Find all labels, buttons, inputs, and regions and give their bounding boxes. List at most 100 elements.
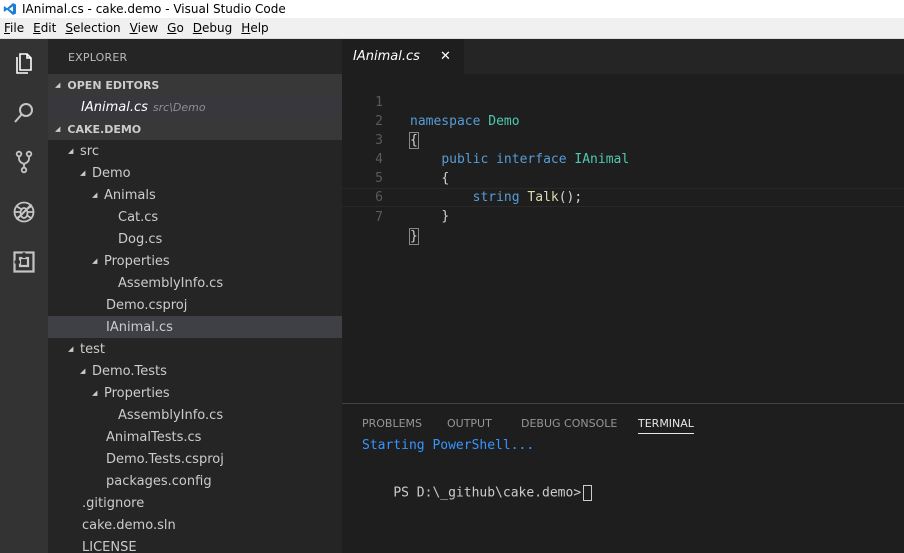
menu-selection[interactable]: Selection bbox=[61, 21, 125, 35]
search-icon bbox=[12, 101, 36, 129]
menu-view[interactable]: View bbox=[126, 21, 163, 35]
chevron-down-icon: ◢ bbox=[92, 191, 98, 199]
tab-output[interactable]: OUTPUT bbox=[447, 417, 492, 430]
tree-label: cake.demo.sln bbox=[82, 517, 176, 533]
open-editor-path: src\Demo bbox=[152, 100, 206, 114]
explorer-button[interactable] bbox=[0, 41, 48, 89]
tree-label: Demo.Tests.csproj bbox=[106, 451, 224, 467]
chevron-down-icon: ◢ bbox=[92, 257, 98, 265]
chevron-down-icon: ◢ bbox=[68, 147, 74, 155]
tree-folder-properties[interactable]: ◢ Properties bbox=[48, 250, 342, 272]
tree-file-demo-csproj[interactable]: Demo.csproj bbox=[48, 294, 342, 316]
tab-problems[interactable]: PROBLEMS bbox=[362, 417, 422, 430]
code-editor[interactable]: 1 namespace Demo 2 { 3 public interface … bbox=[342, 74, 904, 403]
search-button[interactable] bbox=[0, 91, 48, 139]
code-line: 3 public interface IAnimal bbox=[342, 112, 904, 167]
extensions-icon bbox=[12, 250, 36, 278]
code-token: } bbox=[441, 209, 450, 224]
project-header[interactable]: ◢ CAKE.DEMO bbox=[48, 118, 342, 140]
project-label: CAKE.DEMO bbox=[67, 122, 142, 136]
tree-file-assemblyinfo[interactable]: AssemblyInfo.cs bbox=[48, 404, 342, 426]
terminal-prompt: PS D:\_github\cake.demo> bbox=[393, 485, 582, 501]
vscode-logo-icon bbox=[2, 1, 18, 17]
tree-label: test bbox=[80, 341, 105, 357]
sidebar-title: EXPLORER bbox=[68, 51, 128, 64]
tree-label: Demo bbox=[92, 165, 131, 181]
explorer-sidebar: EXPLORER ◢ OPEN EDITORS IAnimal.cs src\D… bbox=[48, 39, 342, 553]
extensions-button[interactable] bbox=[0, 240, 48, 288]
tab-ianimal[interactable]: IAnimal.cs ✕ bbox=[342, 39, 464, 74]
tree-file-dog[interactable]: Dog.cs bbox=[48, 228, 342, 250]
tree-label: .gitignore bbox=[82, 495, 145, 511]
editor-tab-bar: IAnimal.cs ✕ bbox=[342, 39, 904, 74]
chevron-down-icon: ◢ bbox=[68, 345, 74, 353]
tab-label: IAnimal.cs bbox=[353, 49, 420, 64]
open-editors-label: OPEN EDITORS bbox=[67, 78, 160, 92]
tree-label: AssemblyInfo.cs bbox=[118, 407, 224, 423]
menu-debug[interactable]: Debug bbox=[189, 21, 237, 35]
tree-label: packages.config bbox=[106, 473, 212, 489]
tree-file-ianimal[interactable]: IAnimal.cs bbox=[48, 316, 342, 338]
tree-folder-demo-tests[interactable]: ◢ Demo.Tests bbox=[48, 360, 342, 382]
terminal-output-line: Starting PowerShell... bbox=[362, 438, 535, 453]
close-icon[interactable]: ✕ bbox=[440, 49, 451, 64]
code-line-current: 7 } bbox=[342, 188, 904, 245]
tree-folder-test[interactable]: ◢ test bbox=[48, 338, 342, 360]
menu-help[interactable]: Help bbox=[237, 21, 273, 35]
terminal-cursor bbox=[583, 485, 593, 501]
tree-label: Cat.cs bbox=[118, 209, 159, 225]
window-title: IAnimal.cs - cake.demo - Visual Studio C… bbox=[22, 2, 286, 16]
tree-file-cat[interactable]: Cat.cs bbox=[48, 206, 342, 228]
source-control-button[interactable] bbox=[0, 140, 48, 188]
tree-label: LICENSE bbox=[82, 539, 137, 553]
code-line: 5 string Talk(); bbox=[342, 150, 904, 205]
line-number: 7 bbox=[375, 210, 383, 225]
tree-label: src bbox=[80, 143, 99, 159]
tree-file-gitignore[interactable]: .gitignore bbox=[48, 492, 342, 514]
menu-file[interactable]: File bbox=[0, 21, 29, 35]
tree-folder-src[interactable]: ◢ src bbox=[48, 140, 342, 162]
tree-folder-properties[interactable]: ◢ Properties bbox=[48, 382, 342, 404]
menu-bar: File Edit Selection View Go Debug Help bbox=[0, 18, 904, 39]
tree-file-animaltests[interactable]: AnimalTests.cs bbox=[48, 426, 342, 448]
files-icon bbox=[12, 51, 36, 79]
code-line: 6 } bbox=[342, 169, 904, 224]
tab-terminal[interactable]: TERMINAL bbox=[638, 417, 694, 434]
code-line: 1 namespace Demo bbox=[342, 74, 904, 129]
tree-label: Animals bbox=[104, 187, 156, 203]
debug-button[interactable] bbox=[0, 190, 48, 238]
open-editors-header[interactable]: ◢ OPEN EDITORS bbox=[48, 74, 342, 96]
tab-debug-console[interactable]: DEBUG CONSOLE bbox=[521, 417, 617, 430]
tree-label: Demo.Tests bbox=[92, 363, 167, 379]
code-line: 4 { bbox=[342, 131, 904, 186]
open-editor-item[interactable]: IAnimal.cs src\Demo bbox=[48, 96, 342, 118]
chevron-down-icon: ◢ bbox=[80, 169, 86, 177]
menu-go[interactable]: Go bbox=[163, 21, 189, 35]
title-bar: IAnimal.cs - cake.demo - Visual Studio C… bbox=[0, 0, 904, 18]
tree-label: Demo.csproj bbox=[106, 297, 188, 313]
tree-file-sln[interactable]: cake.demo.sln bbox=[48, 514, 342, 536]
menu-edit[interactable]: Edit bbox=[29, 21, 61, 35]
tree-folder-animals[interactable]: ◢ Animals bbox=[48, 184, 342, 206]
open-editor-name: IAnimal.cs bbox=[81, 99, 148, 115]
tree-label: AssemblyInfo.cs bbox=[118, 275, 224, 291]
tree-file-demo-tests-csproj[interactable]: Demo.Tests.csproj bbox=[48, 448, 342, 470]
tree-file-assemblyinfo[interactable]: AssemblyInfo.cs bbox=[48, 272, 342, 294]
tree-file-license[interactable]: LICENSE bbox=[48, 536, 342, 553]
chevron-down-icon: ◢ bbox=[55, 125, 61, 133]
tree-file-packages-config[interactable]: packages.config bbox=[48, 470, 342, 492]
bottom-panel: PROBLEMS OUTPUT DEBUG CONSOLE TERMINAL S… bbox=[342, 403, 904, 553]
editor-area: IAnimal.cs ✕ 1 namespace Demo 2 { 3 publ… bbox=[342, 39, 904, 403]
tree-label: Properties bbox=[104, 253, 170, 269]
debug-icon bbox=[12, 200, 36, 228]
terminal-prompt-line[interactable]: PS D:\_github\cake.demo> bbox=[362, 470, 593, 516]
chevron-down-icon: ◢ bbox=[55, 81, 61, 89]
tree-label: AnimalTests.cs bbox=[106, 429, 202, 445]
tree-label: Properties bbox=[104, 385, 170, 401]
code-line: 2 { bbox=[342, 93, 904, 149]
code-token: } bbox=[409, 228, 419, 245]
tree-label: IAnimal.cs bbox=[106, 319, 173, 335]
tree-folder-demo[interactable]: ◢ Demo bbox=[48, 162, 342, 184]
source-control-icon bbox=[12, 150, 36, 178]
activity-bar bbox=[0, 39, 48, 553]
